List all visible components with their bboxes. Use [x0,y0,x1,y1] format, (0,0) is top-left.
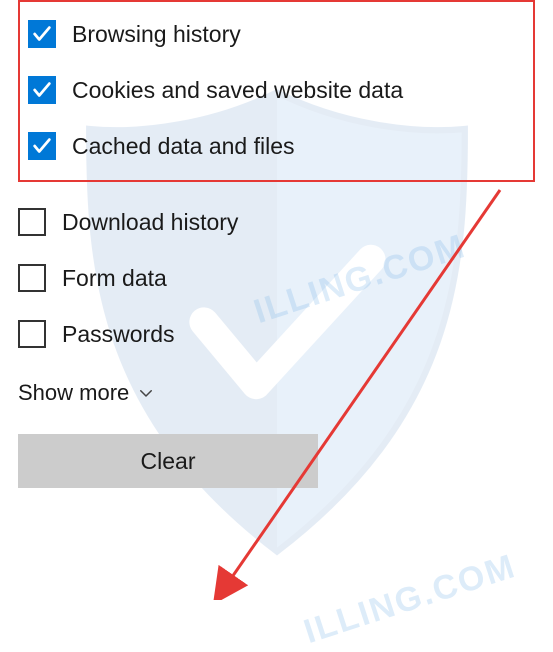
option-form-data[interactable]: Form data [18,250,535,306]
checkbox-cached-data[interactable] [28,132,56,160]
clear-button[interactable]: Clear [18,434,318,488]
checkmark-icon [31,23,53,45]
option-cached-data[interactable]: Cached data and files [28,118,525,174]
clear-browsing-data-panel: Browsing history Cookies and saved websi… [0,0,553,488]
option-label: Cached data and files [72,133,295,160]
chevron-down-icon [137,384,155,402]
option-label: Form data [62,265,167,292]
checkbox-cookies[interactable] [28,76,56,104]
watermark-text: ILLING.COM [299,547,520,652]
highlighted-options-group: Browsing history Cookies and saved websi… [18,0,535,182]
checkbox-passwords[interactable] [18,320,46,348]
option-cookies[interactable]: Cookies and saved website data [28,62,525,118]
checkmark-icon [31,135,53,157]
checkbox-download-history[interactable] [18,208,46,236]
option-label: Download history [62,209,238,236]
option-browsing-history[interactable]: Browsing history [28,6,525,62]
checkmark-icon [31,79,53,101]
option-download-history[interactable]: Download history [18,194,535,250]
option-passwords[interactable]: Passwords [18,306,535,362]
option-label: Cookies and saved website data [72,77,403,104]
option-label: Passwords [62,321,174,348]
option-label: Browsing history [72,21,241,48]
show-more-toggle[interactable]: Show more [18,362,535,434]
checkbox-form-data[interactable] [18,264,46,292]
show-more-label: Show more [18,380,129,406]
checkbox-browsing-history[interactable] [28,20,56,48]
